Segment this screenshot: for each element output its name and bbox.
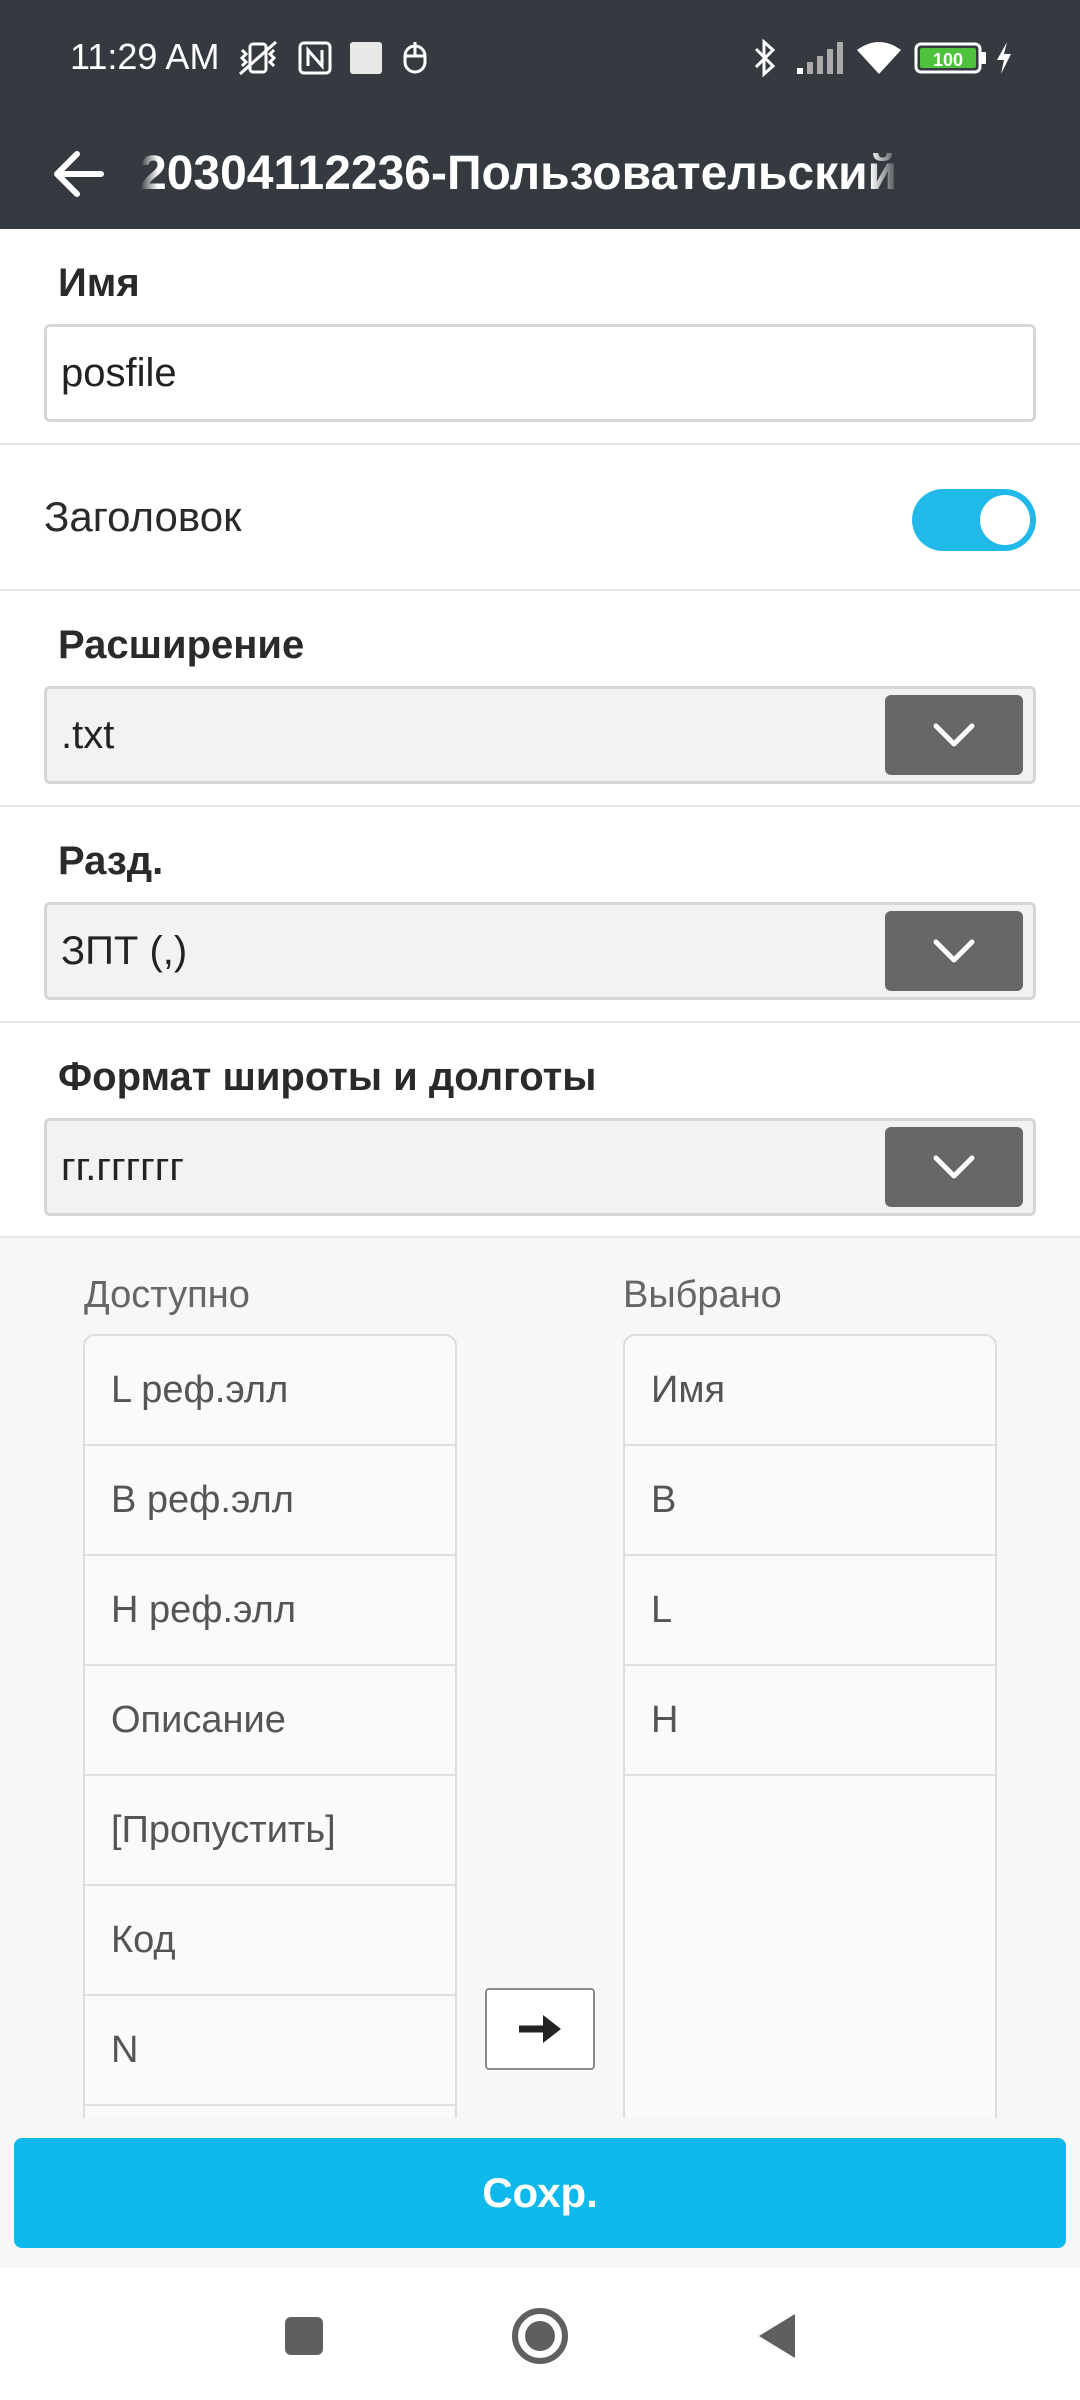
list-item[interactable]: B <box>625 1446 995 1556</box>
chevron-down-icon <box>933 939 975 963</box>
delimiter-value: ЗПТ (,) <box>61 929 188 973</box>
latlon-format-dropdown-button[interactable] <box>885 1127 1023 1207</box>
name-input[interactable] <box>44 324 1036 422</box>
selected-list[interactable]: Имя B L H <box>623 1334 997 2118</box>
battery-icon: 100 <box>914 38 988 78</box>
delimiter-label: Разд. <box>58 839 164 883</box>
available-list[interactable]: L реф.элл B реф.элл H реф.элл Описание [… <box>83 1334 457 2118</box>
header-toggle-switch[interactable] <box>912 489 1036 551</box>
square-recents-icon <box>285 2317 323 2355</box>
latlon-format-value: гг.гггггг <box>61 1145 184 1189</box>
circle-home-icon <box>512 2308 568 2364</box>
chevron-down-icon <box>933 723 975 747</box>
signal-icon <box>794 38 844 78</box>
name-label: Имя <box>58 261 140 305</box>
home-button[interactable] <box>500 2296 580 2376</box>
wifi-icon <box>854 38 904 78</box>
delimiter-section: Разд. ЗПТ (,) <box>0 807 1080 1023</box>
app-bar: 20304112236-Пользовательский <box>0 118 1080 229</box>
list-item[interactable]: Код <box>85 1886 455 1996</box>
status-time: 11:29 AM <box>70 36 220 77</box>
muted-vibrate-icon <box>236 38 280 78</box>
list-item[interactable]: L <box>625 1556 995 1666</box>
save-button[interactable]: Сохр. <box>14 2138 1066 2248</box>
header-toggle-label: Заголовок <box>44 493 242 540</box>
chevron-down-icon <box>933 1155 975 1179</box>
list-item[interactable]: Описание <box>85 1666 455 1776</box>
toggle-knob <box>980 495 1030 545</box>
list-item[interactable]: Имя <box>625 1336 995 1446</box>
charging-icon <box>992 38 1016 78</box>
header-toggle-row[interactable]: Заголовок <box>0 445 1080 591</box>
selected-title: Выбрано <box>623 1274 782 1316</box>
back-button[interactable] <box>36 132 120 216</box>
extension-label: Расширение <box>58 623 305 667</box>
list-item[interactable]: H <box>625 1666 995 1776</box>
save-bar: Сохр. <box>0 2118 1080 2268</box>
available-title: Доступно <box>84 1274 250 1316</box>
extension-section: Расширение .txt <box>0 591 1080 807</box>
page-title: 20304112236-Пользовательский <box>140 147 898 200</box>
delimiter-select[interactable]: ЗПТ (,) <box>44 902 1036 1000</box>
list-item[interactable]: L реф.элл <box>85 1336 455 1446</box>
status-bar: 11:29 AM 100 <box>0 0 1080 118</box>
latlon-format-section: Формат широты и долготы гг.гггггг <box>0 1023 1080 1238</box>
top-bar: 11:29 AM 100 20304112236-Пользовательски… <box>0 0 1080 229</box>
move-to-selected-button[interactable] <box>485 1988 595 2070</box>
column-picker: Доступно Выбрано L реф.элл B реф.элл H р… <box>0 1238 1080 2118</box>
delimiter-dropdown-button[interactable] <box>885 911 1023 991</box>
triangle-back-icon <box>759 2314 795 2358</box>
arrow-left-icon <box>54 151 104 197</box>
nfc-icon <box>296 38 334 78</box>
list-item[interactable]: N <box>85 1996 455 2106</box>
bluetooth-icon <box>750 38 780 78</box>
name-section: Имя <box>0 229 1080 445</box>
extension-select[interactable]: .txt <box>44 686 1036 784</box>
latlon-format-select[interactable]: гг.гггггг <box>44 1118 1036 1216</box>
system-nav-bar <box>0 2268 1080 2400</box>
arrow-right-icon <box>519 2015 561 2043</box>
notification-square-icon <box>346 38 386 78</box>
system-back-button[interactable] <box>736 2296 816 2376</box>
extension-value: .txt <box>61 713 115 757</box>
mouse-icon <box>398 38 432 78</box>
list-item[interactable]: B реф.элл <box>85 1446 455 1556</box>
latlon-format-label: Формат широты и долготы <box>58 1055 597 1099</box>
extension-dropdown-button[interactable] <box>885 695 1023 775</box>
list-item[interactable]: [Пропустить] <box>85 1776 455 1886</box>
battery-level: 100 <box>933 50 963 70</box>
list-item[interactable]: H реф.элл <box>85 1556 455 1666</box>
recents-button[interactable] <box>264 2296 344 2376</box>
